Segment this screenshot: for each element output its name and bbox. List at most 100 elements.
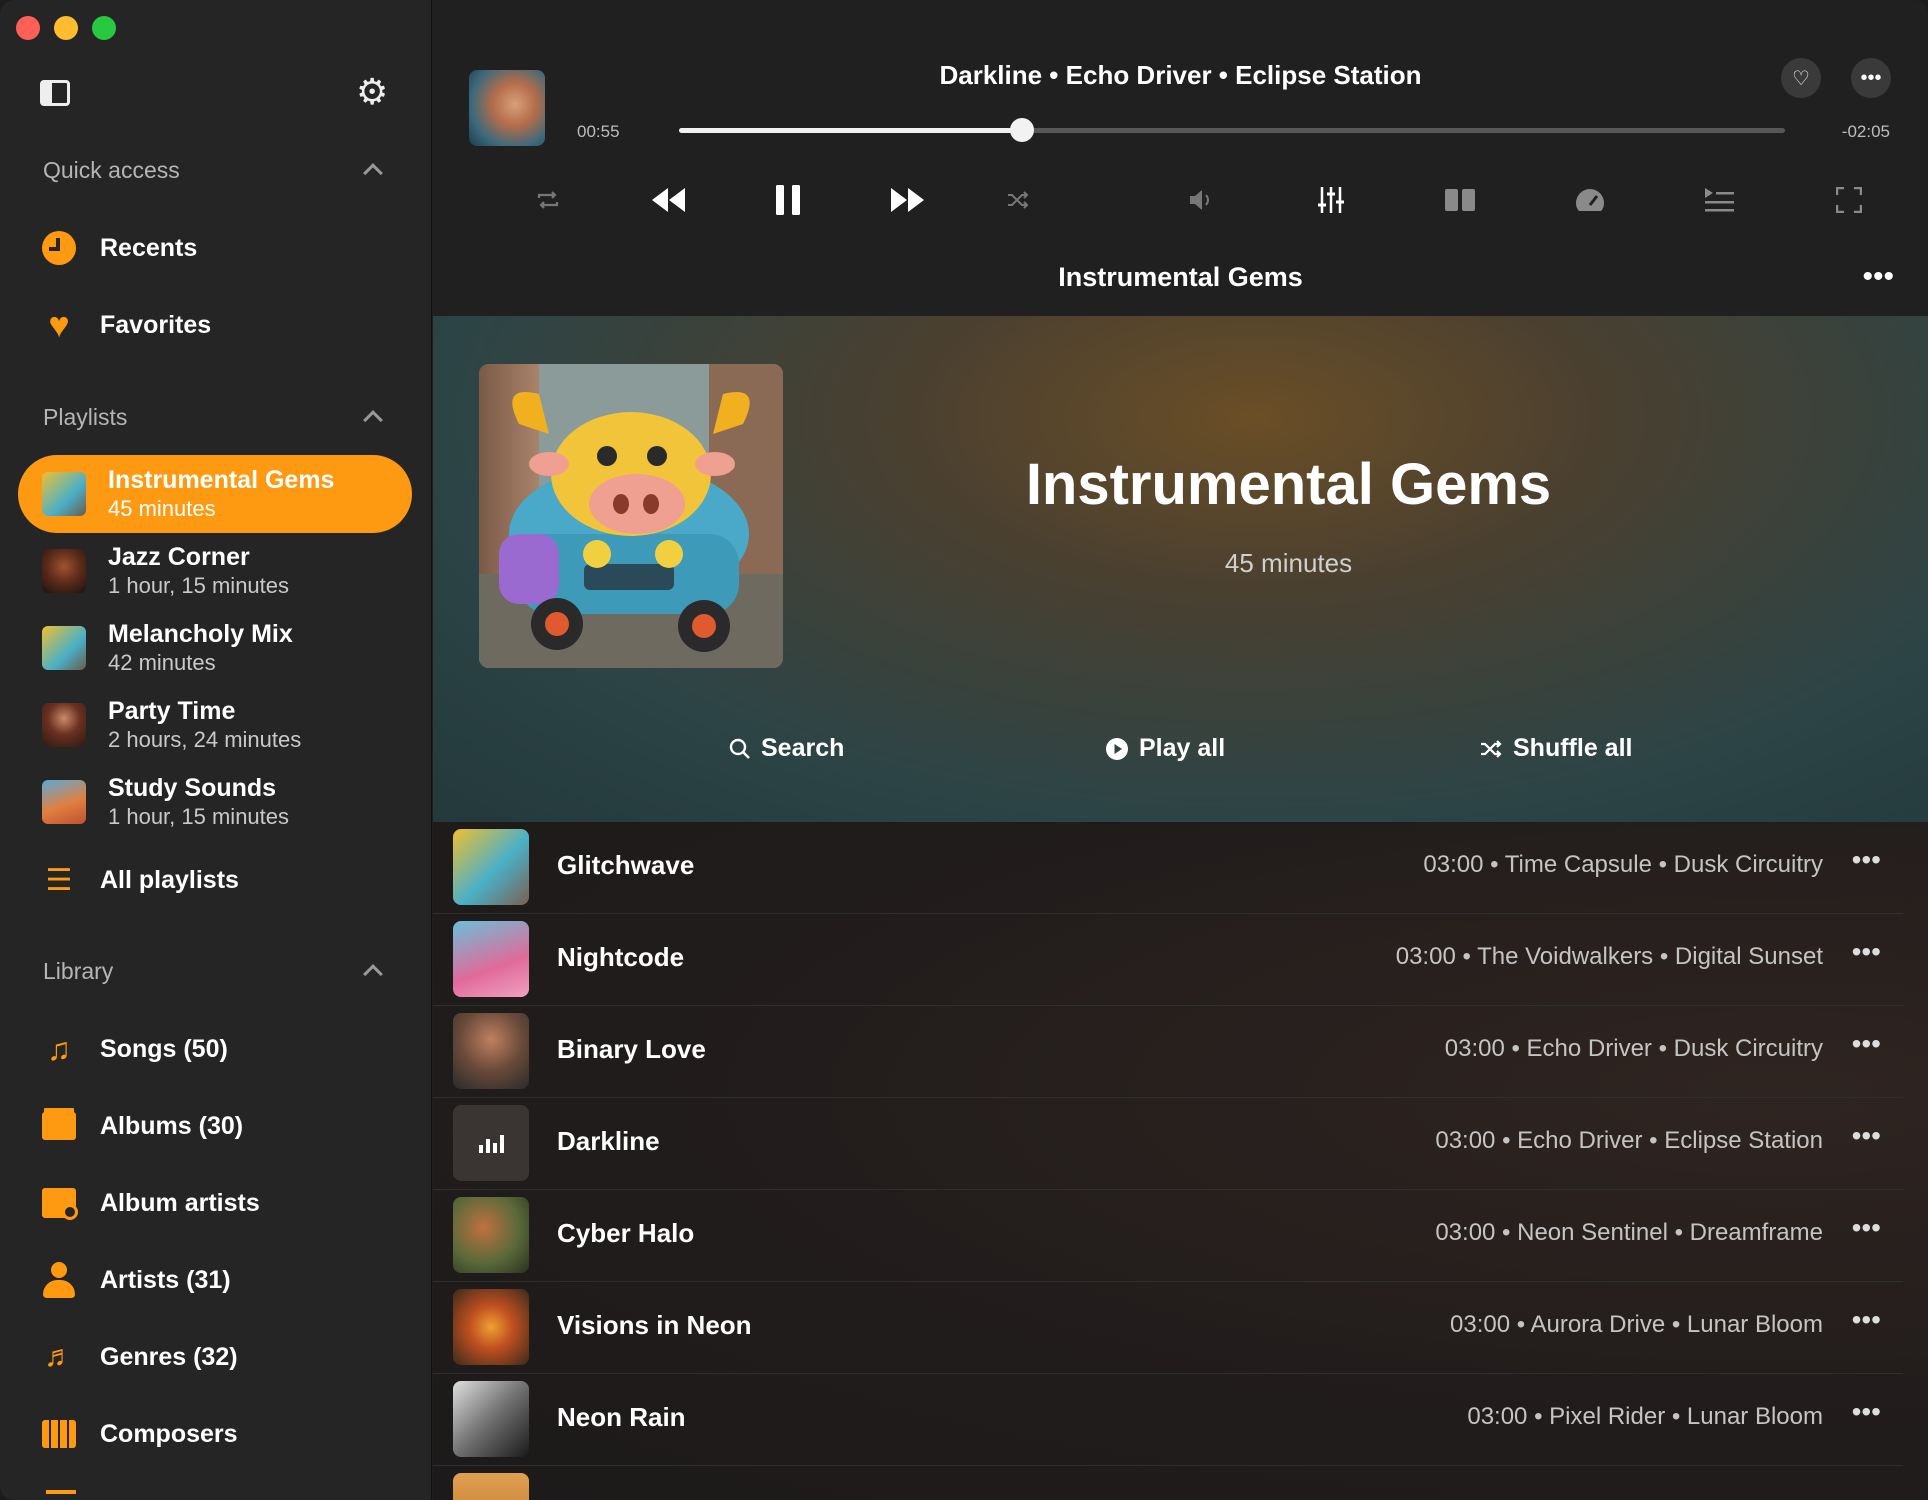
elapsed-time: 00:55 [577, 122, 620, 141]
song-meta: 03:00 • Time Capsule • Dusk Circuitry [1423, 851, 1823, 878]
page-title: Instrumental Gems [1058, 262, 1303, 292]
heart-icon: ♥ [48, 304, 70, 345]
playlist-thumbnail [42, 703, 86, 747]
repeat-icon[interactable] [528, 176, 568, 224]
gear-icon[interactable]: ⚙ [356, 74, 388, 110]
playlist-title: Instrumental Gems [1025, 452, 1552, 517]
song-meta: 03:00 • Echo Driver • Dusk Circuitry [1444, 1035, 1823, 1062]
shuffle-icon[interactable] [998, 176, 1038, 224]
playlist-duration: 1 hour, 15 minutes [108, 573, 290, 598]
song-more-button[interactable]: ••• [1852, 1120, 1881, 1152]
song-row[interactable]: Cyber Halo 03:00 • Neon Sentinel • Dream… [433, 1190, 1903, 1282]
song-title: Binary Love [557, 1034, 706, 1064]
sidebar-playlist-jazz-corner[interactable]: Jazz Corner 1 hour, 15 minutes [18, 532, 412, 610]
sidebar-item-label: Recents [100, 233, 198, 262]
sidebar-playlist-study-sounds[interactable]: Study Sounds 1 hour, 15 minutes [18, 763, 412, 841]
song-more-button[interactable]: ••• [1852, 844, 1881, 876]
song-row[interactable]: Nightcode 03:00 • The Voidwalkers • Digi… [433, 914, 1903, 1006]
zoom-window-button[interactable] [92, 16, 116, 40]
now-playing-bar: Darkline • Echo Driver • Eclipse Station… [433, 0, 1928, 316]
play-circle-icon [1106, 737, 1128, 760]
music-note-icon: ♫ [47, 1030, 71, 1067]
queue-icon[interactable] [1699, 176, 1739, 224]
search-icon [729, 738, 750, 759]
song-row[interactable]: Binary Love 03:00 • Echo Driver • Dusk C… [433, 1006, 1903, 1098]
sidebar-item-artists[interactable]: Artists (31) [40, 1252, 231, 1308]
seek-bar-handle[interactable] [1009, 118, 1034, 142]
sidebar-playlist-melancholy-mix[interactable]: Melancholy Mix 42 minutes [18, 609, 412, 687]
library-header[interactable]: Library [43, 958, 113, 985]
previous-track-icon[interactable] [643, 176, 693, 224]
playlist-name: Jazz Corner [108, 543, 250, 571]
song-more-button[interactable]: ••• [1852, 1304, 1881, 1336]
sidebar-item-label: Album artists [100, 1188, 260, 1217]
song-meta: 03:00 • Neon Sentinel • Dreamframe [1435, 1219, 1823, 1246]
albums-icon [40, 1107, 78, 1145]
split-view-icon[interactable] [1440, 176, 1480, 224]
shuffle-all-button[interactable]: Shuffle all [1479, 734, 1632, 763]
window-controls [16, 16, 116, 40]
pause-icon[interactable] [763, 176, 813, 224]
song-more-button[interactable]: ••• [1852, 1028, 1881, 1060]
song-more-button[interactable]: ••• [1852, 936, 1881, 968]
speed-gauge-icon[interactable] [1570, 176, 1610, 224]
playlist-duration: 1 hour, 15 minutes [108, 804, 290, 829]
volume-icon[interactable] [1181, 176, 1221, 224]
library-chevron-icon[interactable] [363, 964, 383, 984]
playlist-thumbnail [42, 472, 86, 516]
now-playing-title: Darkline • Echo Driver • Eclipse Station [939, 60, 1422, 90]
minimize-window-button[interactable] [54, 16, 78, 40]
song-artwork [453, 1381, 529, 1457]
more-options-button[interactable]: ••• [1851, 58, 1891, 98]
sidebar-item-album-artists[interactable]: Album artists [40, 1175, 260, 1231]
song-more-button[interactable]: ••• [1852, 1396, 1881, 1428]
song-row[interactable] [433, 1466, 1903, 1500]
song-title: Glitchwave [557, 850, 695, 880]
playlist-duration: 45 minutes [108, 496, 216, 521]
sidebar-item-albums[interactable]: Albums (30) [40, 1098, 243, 1154]
song-meta: 03:00 • The Voidwalkers • Digital Sunset [1395, 943, 1823, 970]
sidebar-item-composers[interactable]: Composers [40, 1406, 238, 1462]
playlist-name: Melancholy Mix [108, 620, 293, 648]
equalizer-icon[interactable] [1311, 176, 1351, 224]
song-more-button[interactable]: ••• [1852, 1212, 1881, 1244]
sidebar-playlist-instrumental-gems[interactable]: Instrumental Gems 45 minutes [18, 455, 412, 533]
favorite-heart-icon[interactable]: ♡ [1781, 58, 1821, 98]
song-artwork [453, 1013, 529, 1089]
now-playing-indicator-icon [453, 1105, 529, 1181]
song-artwork [453, 1197, 529, 1273]
sidebar-item-genres[interactable]: ♬ Genres (32) [40, 1329, 238, 1385]
search-button[interactable]: Search [729, 734, 844, 763]
fullscreen-icon[interactable] [1829, 176, 1869, 224]
song-meta: 03:00 • Echo Driver • Eclipse Station [1435, 1127, 1823, 1154]
search-label: Search [761, 734, 845, 762]
sidebar-item-label: Albums (30) [100, 1111, 244, 1140]
sidebar-item-recents[interactable]: Recents [40, 220, 197, 276]
play-all-label: Play all [1139, 734, 1226, 762]
sidebar-playlist-party-time[interactable]: Party Time 2 hours, 24 minutes [18, 686, 412, 764]
sidebar-item-songs[interactable]: ♫ Songs (50) [40, 1021, 228, 1077]
playlist-duration: 45 minutes [1224, 548, 1353, 578]
song-list: Glitchwave 03:00 • Time Capsule • Dusk C… [433, 822, 1928, 1500]
sidebar-item-all-playlists[interactable]: ☰ All playlists [40, 852, 239, 908]
playlists-chevron-icon[interactable] [363, 410, 383, 430]
play-all-button[interactable]: Play all [1105, 734, 1225, 763]
sidebar-toggle-icon[interactable] [40, 80, 70, 106]
song-row[interactable]: Glitchwave 03:00 • Time Capsule • Dusk C… [433, 822, 1903, 914]
song-row[interactable]: Darkline 03:00 • Echo Driver • Eclipse S… [433, 1098, 1903, 1190]
close-window-button[interactable] [16, 16, 40, 40]
sidebar-item-favorites[interactable]: ♥ Favorites [40, 297, 211, 353]
seek-bar[interactable] [679, 118, 1785, 142]
song-meta: 03:00 • Aurora Drive • Lunar Bloom [1450, 1311, 1823, 1338]
song-row[interactable]: Neon Rain 03:00 • Pixel Rider • Lunar Bl… [433, 1374, 1903, 1466]
song-row[interactable]: Visions in Neon 03:00 • Aurora Drive • L… [433, 1282, 1903, 1374]
shuffle-icon [1481, 739, 1502, 758]
next-track-icon[interactable] [883, 176, 933, 224]
quick-access-header[interactable]: Quick access [43, 157, 180, 184]
playlist-more-button[interactable]: ••• [1862, 262, 1894, 292]
quick-access-chevron-icon[interactable] [363, 163, 383, 183]
song-artwork [453, 921, 529, 997]
playlist-name: Instrumental Gems [108, 466, 335, 494]
clock-icon [40, 229, 78, 267]
playlists-header[interactable]: Playlists [43, 404, 127, 431]
